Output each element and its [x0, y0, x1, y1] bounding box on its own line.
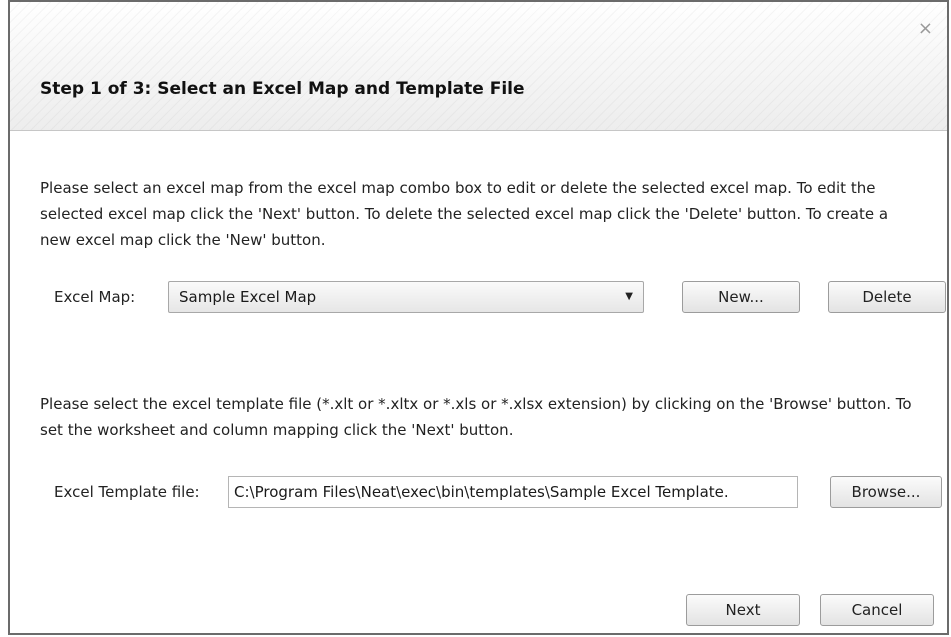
close-icon[interactable]: × — [918, 20, 933, 38]
template-description: Please select the excel template file (*… — [40, 395, 912, 439]
excel-map-combobox[interactable]: Sample Excel Map ▼ — [168, 281, 644, 313]
excel-map-selected-value: Sample Excel Map — [179, 288, 317, 306]
dialog-header: × Step 1 of 3: Select an Excel Map and T… — [10, 2, 947, 131]
new-button[interactable]: New... — [682, 281, 800, 313]
template-file-label: Excel Template file: — [54, 483, 200, 501]
browse-button[interactable]: Browse... — [830, 476, 942, 508]
dialog-title: Step 1 of 3: Select an Excel Map and Tem… — [40, 79, 525, 99]
map-description: Please select an excel map from the exce… — [40, 179, 889, 249]
next-button[interactable]: Next — [686, 594, 800, 626]
cancel-button[interactable]: Cancel — [820, 594, 934, 626]
chevron-down-icon: ▼ — [625, 291, 633, 302]
template-file-input[interactable]: C:\Program Files\Neat\exec\bin\templates… — [228, 476, 798, 508]
delete-button[interactable]: Delete — [828, 281, 946, 313]
excel-map-dialog: × Step 1 of 3: Select an Excel Map and T… — [8, 0, 949, 635]
excel-map-label: Excel Map: — [54, 288, 136, 306]
